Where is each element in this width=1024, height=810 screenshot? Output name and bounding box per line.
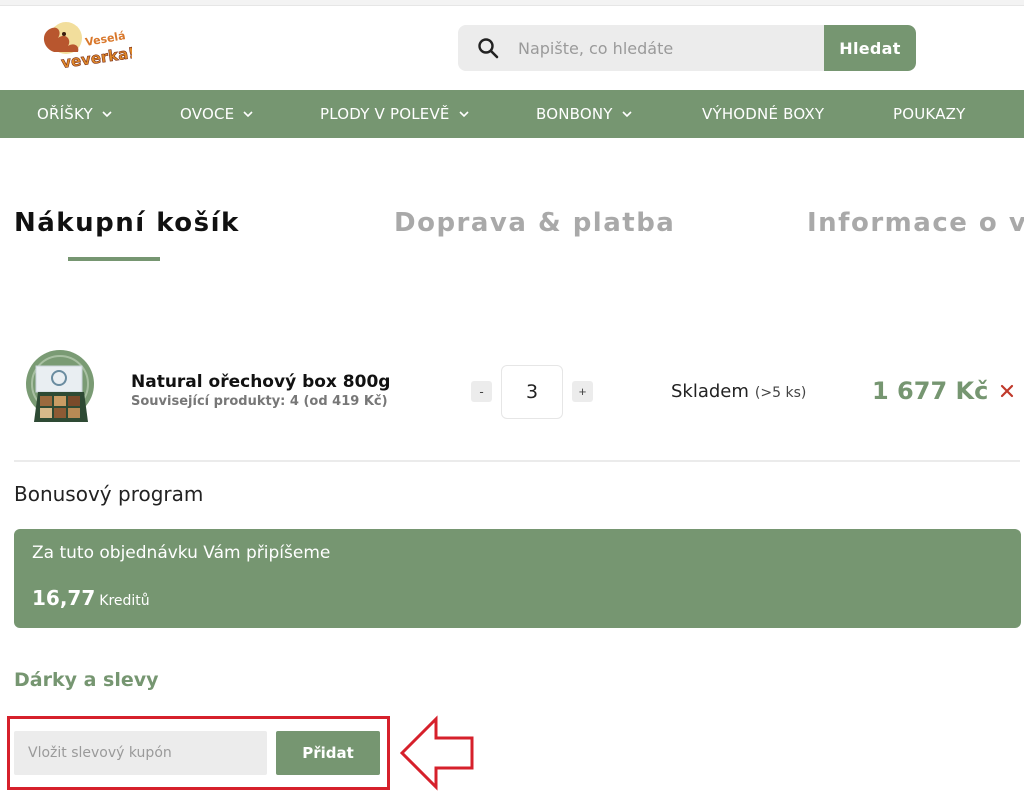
search-icon[interactable] — [458, 25, 518, 71]
remove-item-button[interactable] — [996, 380, 1018, 402]
gifts-discounts-title: Dárky a slevy — [14, 669, 159, 691]
nav-item-bonbony[interactable]: BONBONY — [536, 90, 632, 138]
related-products[interactable]: Související produkty: 4 (od 419 Kč) — [131, 394, 388, 409]
close-icon — [1000, 384, 1014, 398]
top-border — [0, 0, 1024, 6]
chevron-down-icon — [102, 110, 112, 118]
add-coupon-button[interactable]: Přidat — [276, 731, 380, 775]
step-customer-info[interactable]: Informace o vás — [807, 208, 1024, 238]
nav-item-label: OŘÍŠKY — [37, 105, 93, 123]
divider — [14, 460, 1020, 462]
item-price: 1 677 Kč — [872, 377, 989, 405]
nav-item-label: BONBONY — [536, 105, 613, 123]
chevron-down-icon — [622, 110, 632, 118]
stock-status: Skladem (>5 ks) — [671, 381, 806, 402]
chevron-down-icon — [459, 110, 469, 118]
stock-status-label: Skladem — [671, 381, 749, 402]
annotation-arrow-icon — [398, 714, 476, 792]
quantity-increase-button[interactable]: + — [572, 381, 593, 402]
coupon-input[interactable] — [14, 731, 267, 775]
bonus-program-box: Za tuto objednávku Vám připíšeme 16,77 Kr… — [14, 529, 1021, 628]
search-bar: Hledat — [458, 25, 916, 71]
quantity-decrease-button[interactable]: - — [471, 381, 492, 402]
product-name[interactable]: Natural ořechový box 800g — [131, 372, 390, 392]
search-input[interactable] — [518, 25, 824, 71]
bonus-credits: 16,77 Kreditů — [32, 586, 150, 610]
active-step-indicator — [68, 257, 160, 261]
bonus-program-title: Bonusový program — [14, 482, 204, 506]
nav-item-label: OVOCE — [180, 105, 235, 123]
bonus-amount-value: 16,77 — [32, 586, 96, 610]
nav-item-orisky[interactable]: OŘÍŠKY — [37, 90, 112, 138]
nav-item-ovoce[interactable]: OVOCE — [180, 90, 253, 138]
nav-item-label: POUKAZY — [893, 105, 966, 123]
quantity-input[interactable] — [501, 365, 563, 419]
bonus-text: Za tuto objednávku Vám připíšeme — [32, 543, 331, 563]
stock-detail: (>5 ks) — [754, 385, 807, 401]
nav-item-poukazy[interactable]: POUKAZY — [893, 90, 966, 138]
product-image[interactable] — [24, 348, 96, 428]
search-button[interactable]: Hledat — [824, 25, 916, 71]
nav-item-plody-v-poleve[interactable]: PLODY V POLEVĚ — [320, 90, 469, 138]
nav-item-label: PLODY V POLEVĚ — [320, 105, 450, 123]
step-cart[interactable]: Nákupní košík — [14, 208, 240, 238]
nav-item-label: VÝHODNÉ BOXY — [702, 105, 825, 123]
step-shipping-payment[interactable]: Doprava & platba — [394, 208, 675, 238]
site-logo[interactable]: Veselá veverka! — [36, 18, 136, 78]
nav-item-vyhodne-boxy[interactable]: VÝHODNÉ BOXY — [702, 90, 824, 138]
main-nav: OŘÍŠKY OVOCE PLODY V POLEVĚ BONBONY VÝHO… — [0, 90, 1024, 138]
bonus-amount-unit: Kreditů — [99, 593, 150, 609]
chevron-down-icon — [243, 110, 253, 118]
